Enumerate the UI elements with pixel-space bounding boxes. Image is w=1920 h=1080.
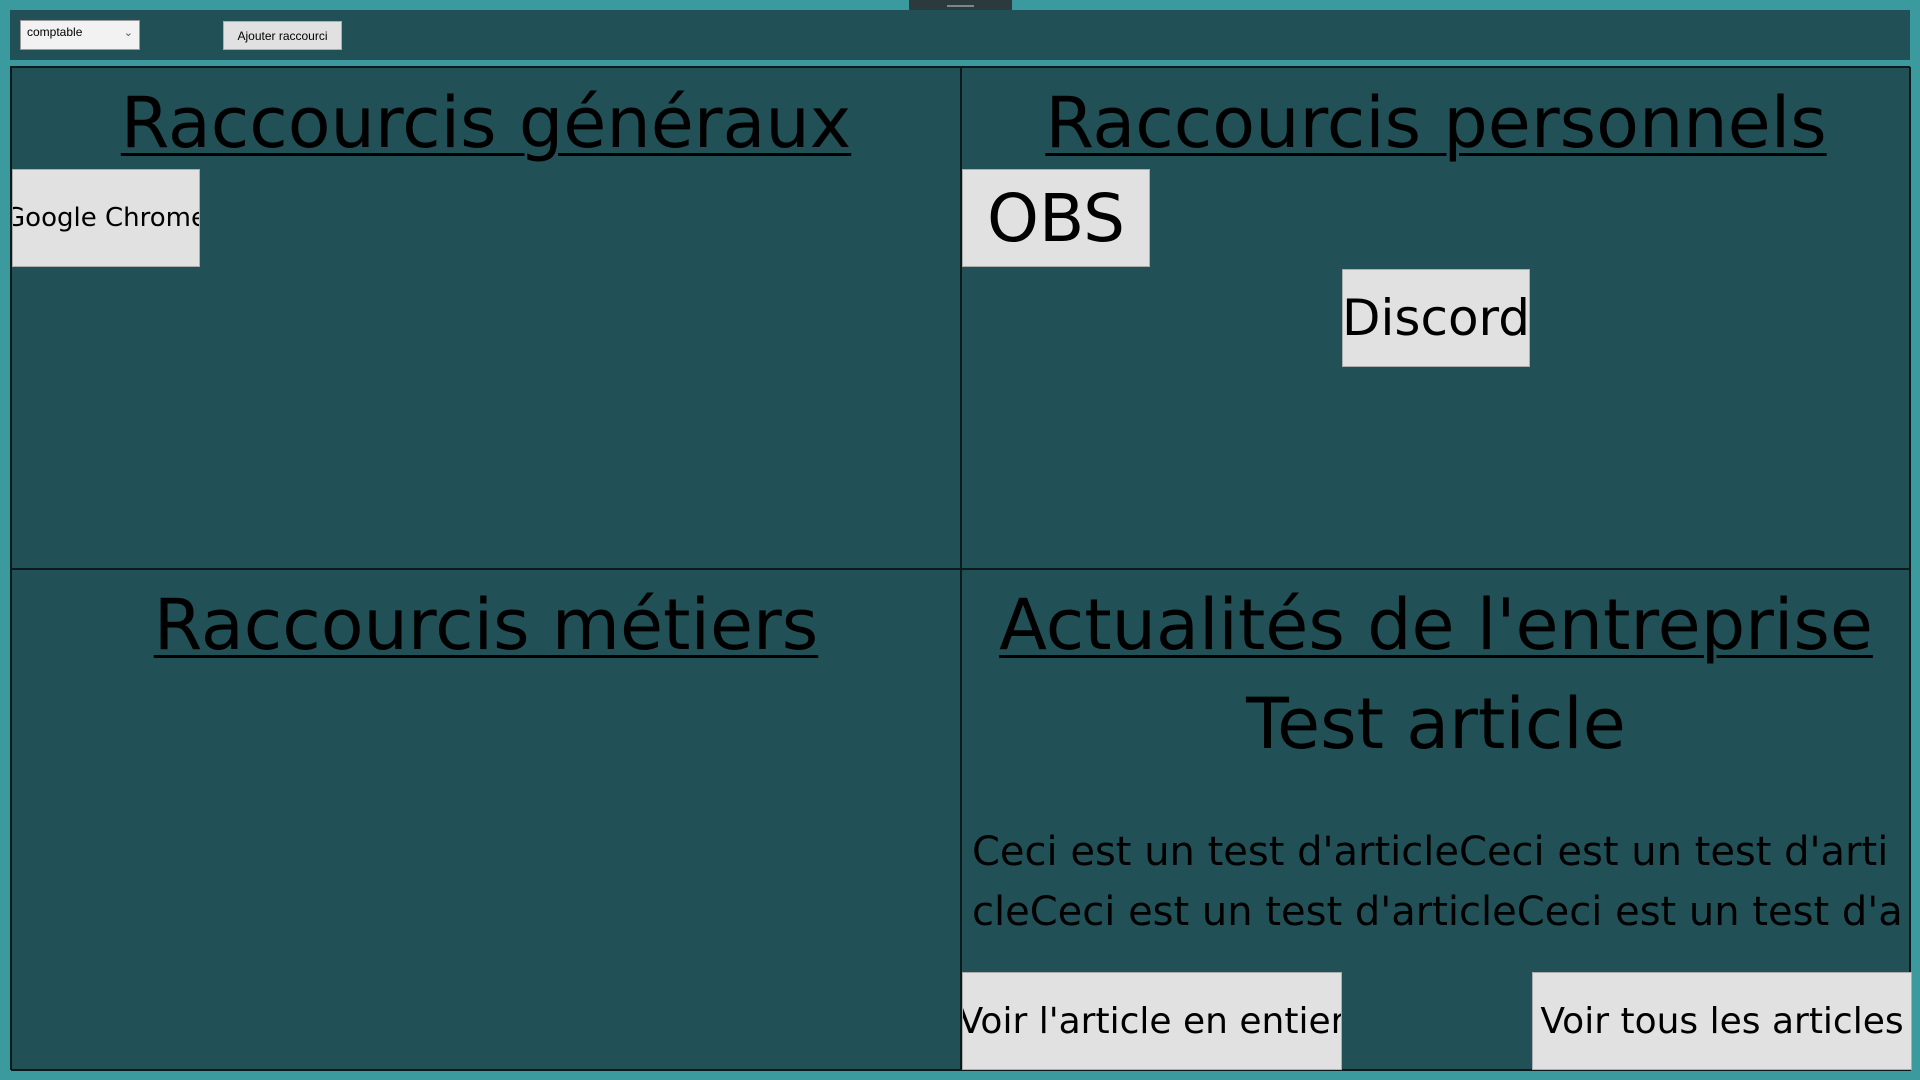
metier-shortcuts-panel: Raccourcis métiers <box>11 569 961 1071</box>
personal-shortcuts-title: Raccourcis personnels <box>1045 82 1827 164</box>
add-shortcut-button[interactable]: Ajouter raccourci <box>223 21 342 50</box>
general-shortcuts-title: Raccourcis généraux <box>120 82 852 164</box>
article-title: Test article <box>1246 683 1626 765</box>
app-window: comptable ⌄ Ajouter raccourci Raccourcis… <box>0 0 1920 1080</box>
personal-shortcuts-panel: Raccourcis personnels OBS Discord <box>961 67 1911 569</box>
toolbar: comptable ⌄ Ajouter raccourci <box>10 10 1910 60</box>
dashboard-grid: Raccourcis généraux Google Chrome Raccou… <box>10 66 1912 1071</box>
chevron-down-icon: ⌄ <box>123 27 133 39</box>
general-shortcuts-panel: Raccourcis généraux Google Chrome <box>11 67 961 569</box>
read-full-article-button[interactable]: Voir l'article en entier <box>962 972 1342 1070</box>
role-select[interactable]: comptable ⌄ <box>20 20 140 50</box>
article-body: Ceci est un test d'articleCeci est un te… <box>972 829 1903 935</box>
company-news-title: Actualités de l'entreprise <box>999 584 1873 666</box>
metier-shortcuts-title: Raccourcis métiers <box>153 584 819 666</box>
all-articles-button[interactable]: Voir tous les articles <box>1532 972 1912 1070</box>
shortcut-discord-button[interactable]: Discord <box>1342 269 1530 367</box>
role-select-value: comptable <box>27 25 83 39</box>
shortcut-obs-button[interactable]: OBS <box>962 169 1150 267</box>
shortcut-google-chrome-button[interactable]: Google Chrome <box>12 169 200 267</box>
company-news-panel: Actualités de l'entreprise Test article … <box>961 569 1912 1071</box>
